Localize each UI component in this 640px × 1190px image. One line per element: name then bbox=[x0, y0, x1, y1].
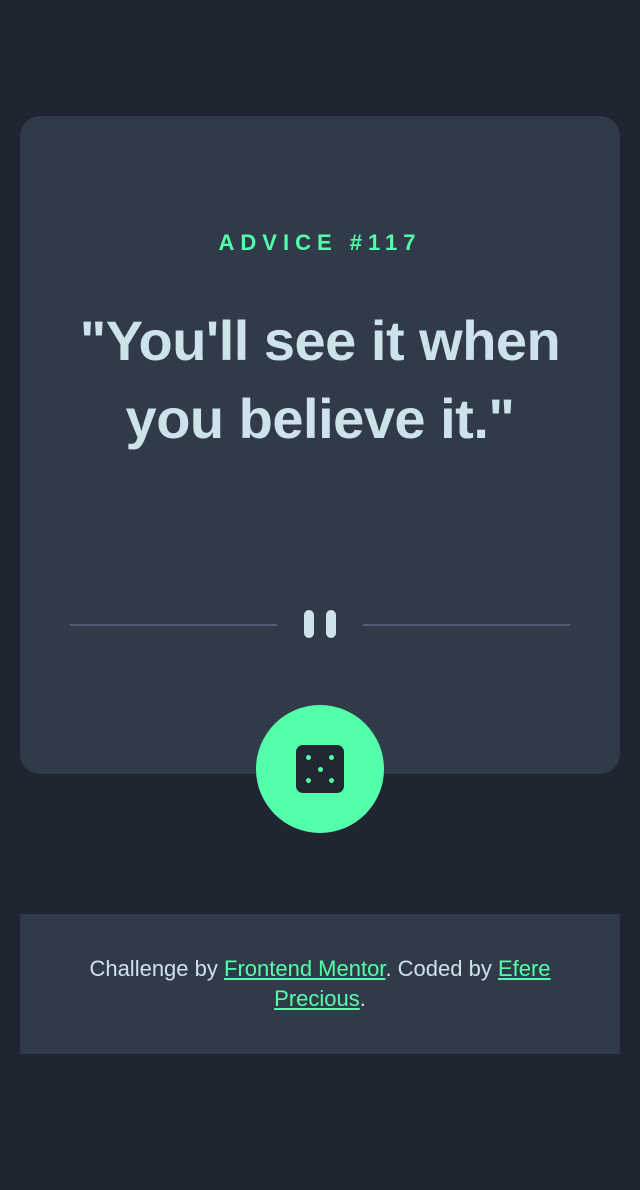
divider-line-left bbox=[70, 624, 277, 626]
attribution-suffix: . bbox=[359, 986, 366, 1011]
advice-card: ADVICE #117 "You'll see it when you beli… bbox=[20, 116, 620, 774]
advice-number: ADVICE #117 bbox=[218, 230, 422, 255]
frontend-mentor-link[interactable]: Frontend Mentor bbox=[224, 956, 385, 981]
dice-pip bbox=[306, 778, 311, 783]
dice-pip bbox=[306, 755, 311, 760]
attribution-text: Challenge by Frontend Mentor. Coded by E… bbox=[60, 954, 580, 1014]
dice-pip bbox=[329, 778, 334, 783]
dice-pip bbox=[317, 766, 323, 772]
pause-bar-left bbox=[304, 610, 314, 638]
attribution-footer: Challenge by Frontend Mentor. Coded by E… bbox=[20, 914, 620, 1054]
generate-advice-button[interactable] bbox=[256, 705, 384, 833]
attribution-middle: . Coded by bbox=[385, 956, 498, 981]
dice-icon bbox=[296, 745, 344, 793]
divider bbox=[70, 608, 570, 638]
divider-line-right bbox=[363, 624, 570, 626]
pause-bar-right bbox=[326, 610, 336, 638]
pause-icon bbox=[304, 610, 336, 638]
attribution-prefix: Challenge by bbox=[89, 956, 224, 981]
dice-pip bbox=[329, 755, 334, 760]
advice-quote: "You'll see it when you believe it." bbox=[79, 309, 561, 450]
